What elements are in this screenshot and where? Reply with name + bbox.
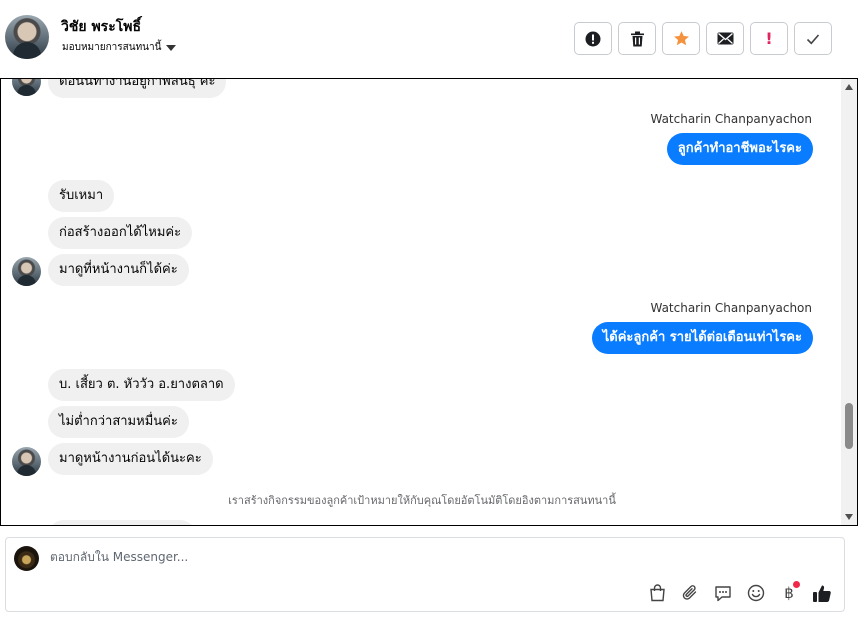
caret-down-icon [166,44,177,51]
like-button[interactable] [810,581,834,605]
reply-input[interactable] [50,550,650,564]
incoming-message[interactable]: ตอนนี้ทำงานอยู่กาฬสินธุ์ ค่ะ [48,79,227,98]
notification-dot [793,581,800,588]
shopping-bag-button[interactable] [645,581,669,605]
paperclip-icon [682,585,697,600]
incoming-message[interactable]: บ. เสี้ยว ต. หัววัว อ.ยางตลาด [48,369,235,401]
emoji-button[interactable] [744,581,768,605]
alert-circle-icon [585,31,601,46]
outgoing-message[interactable]: ได้ค่ะลูกค้า รายได้ต่อเดือนเท่าไรคะ [591,322,813,354]
outgoing-message[interactable]: ลูกค้าทำอาชีพอะไรคะ [666,133,813,165]
delete-button[interactable] [618,22,656,55]
checkmark-icon [806,33,820,44]
envelope-icon [717,32,733,45]
incoming-message[interactable]: มาดูที่หน้างานก็ได้ค่ะ [48,254,189,286]
shopping-bag-icon [649,584,665,602]
sender-name: Watcharin Chanpanyachon [650,301,812,315]
chat-bubble-icon [715,585,731,601]
assign-label: มอบหมายการสนทนานี้ [62,42,162,53]
incoming-message[interactable]: รับเหมา [48,180,115,212]
sender-name: Watcharin Chanpanyachon [650,112,812,126]
scroll-down-arrow[interactable] [845,514,853,520]
star-icon [673,31,689,46]
mark-important-button[interactable]: ! [750,22,788,55]
mark-done-button[interactable] [794,22,832,55]
mark-unread-button[interactable] [706,22,744,55]
page-avatar [14,546,39,571]
conversation-header: วิชัย พระโพธิ์ มอบหมายการสนทนานี้ ! [0,0,860,78]
incoming-message[interactable]: มาดูหน้างานก่อนได้นะคะ [48,443,213,475]
payment-button[interactable]: ฿ [777,581,801,605]
trash-icon [630,31,644,46]
thumbs-up-icon [813,585,831,602]
contact-avatar-small [12,257,41,286]
reply-composer: ฿ [5,537,845,612]
star-button[interactable] [662,22,700,55]
contact-name[interactable]: วิชัย พระโพธิ์ [61,16,141,38]
mark-spam-button[interactable] [574,22,612,55]
contact-avatar-small [12,447,41,476]
system-note: เราสร้างกิจกรรมของลูกค้าเป้าหมายให้กับคุ… [228,494,616,507]
conversation-toolbar: ! [574,22,832,55]
scroll-up-arrow[interactable] [845,84,853,90]
contact-avatar-small [12,79,41,96]
scroll-thumb[interactable] [845,403,853,449]
incoming-message-clipped[interactable] [48,520,196,525]
incoming-message[interactable]: ไม่ต่ำกว่าสามหมื่นค่ะ [48,406,189,438]
incoming-message[interactable]: ก่อสร้างออกได้ไหมค่ะ [48,217,193,249]
saved-replies-button[interactable] [711,581,735,605]
contact-avatar[interactable] [5,15,49,59]
attach-file-button[interactable] [678,581,702,605]
message-thread[interactable]: ตอนนี้ทำงานอยู่กาฬสินธุ์ ค่ะ Watcharin C… [0,78,858,526]
smiley-icon [747,584,765,602]
composer-tools: ฿ [645,581,834,605]
assign-conversation-dropdown[interactable]: มอบหมายการสนทนานี้ [62,40,177,55]
thread-scrollbar[interactable] [841,79,857,525]
exclamation-icon: ! [765,29,773,48]
baht-icon: ฿ [784,584,794,602]
